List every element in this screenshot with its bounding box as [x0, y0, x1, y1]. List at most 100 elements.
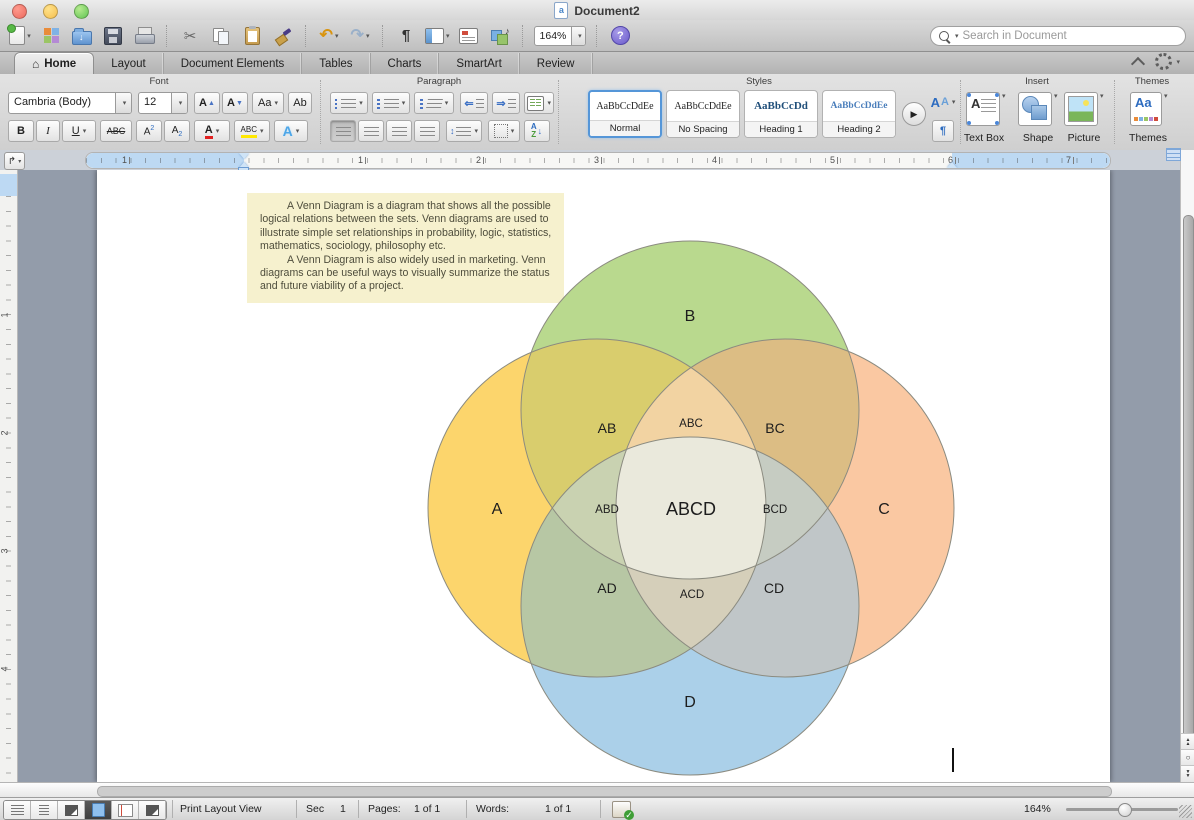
align-right-button[interactable] [386, 120, 412, 142]
text-cursor [952, 748, 954, 772]
text-effects-button[interactable]: A▾ [274, 120, 308, 142]
next-page-button[interactable]: ▼▼ [1181, 765, 1194, 782]
italic-button[interactable]: I [36, 120, 60, 142]
tab-review[interactable]: Review [520, 53, 593, 74]
search-field[interactable]: ▾ Search in Document [930, 26, 1186, 46]
toolbox-button[interactable] [457, 23, 481, 49]
spelling-status-icon[interactable] [612, 801, 631, 818]
sort-button[interactable]: AZ↓ [524, 120, 550, 142]
font-color-button[interactable]: A▾ [194, 120, 230, 142]
words-label: Words: [476, 803, 509, 815]
notebook-layout-button[interactable] [112, 801, 139, 819]
strikethrough-button[interactable]: ABC [100, 120, 132, 142]
cut-button[interactable]: ✂ [178, 23, 202, 49]
publishing-layout-button[interactable] [58, 801, 85, 819]
vertical-scrollbar[interactable]: ▲▲ ○ ▼▼ [1180, 150, 1194, 782]
shape-button[interactable]: ▾ [1018, 92, 1058, 126]
sidebar-view-button[interactable]: ▾ [425, 23, 450, 49]
show-formatting-button[interactable]: ¶ [394, 23, 418, 49]
print-button[interactable] [132, 23, 156, 49]
bullets-button[interactable]: ▾ [330, 92, 368, 114]
style-heading-1[interactable]: AaBbCcDd Heading 1 [744, 90, 818, 138]
venn-description-textbox[interactable]: A Venn Diagram is a diagram that shows a… [247, 193, 564, 303]
help-button[interactable]: ? [608, 23, 632, 49]
format-painter-icon [275, 27, 292, 44]
split-view-handle[interactable] [1166, 148, 1181, 161]
focus-view-button[interactable] [139, 801, 166, 819]
tab-charts[interactable]: Charts [371, 53, 440, 74]
redo-button[interactable]: ↷▾ [348, 23, 372, 49]
tab-smartart[interactable]: SmartArt [439, 53, 519, 74]
zoom-slider[interactable] [1066, 808, 1178, 811]
justify-button[interactable] [414, 120, 440, 142]
outline-view-button[interactable] [31, 801, 58, 819]
new-document-icon [9, 26, 25, 45]
window-resize-grip[interactable] [1179, 805, 1192, 818]
style-heading-2[interactable]: AaBbCcDdEe Heading 2 [822, 90, 896, 138]
columns-button[interactable]: ▾ [524, 92, 554, 114]
tab-document-elements[interactable]: Document Elements [164, 53, 303, 74]
open-button[interactable]: ↓ [70, 23, 94, 49]
select-browse-object-button[interactable]: ○ [1181, 749, 1194, 766]
shrink-font-button[interactable]: A▼ [222, 92, 248, 114]
tab-layout[interactable]: Layout [94, 53, 164, 74]
ribbon-settings-button[interactable]: ▾ [1155, 53, 1180, 70]
line-spacing-button[interactable]: ↕▾ [446, 120, 482, 142]
align-center-button[interactable] [358, 120, 384, 142]
subscript-button[interactable]: A2 [164, 120, 190, 142]
font-size-combo[interactable]: 12 ▾ [138, 92, 188, 114]
save-button[interactable] [101, 23, 125, 49]
copy-button[interactable] [209, 23, 233, 49]
increase-indent-button[interactable]: ⇒ [492, 92, 520, 114]
right-indent-marker[interactable] [947, 162, 957, 168]
gallery-button[interactable] [39, 23, 63, 49]
bold-button[interactable]: B [8, 120, 34, 142]
tab-tables[interactable]: Tables [302, 53, 370, 74]
text-styles-button[interactable]: AA▾ [930, 90, 956, 114]
manage-styles-button[interactable]: ¶ [932, 120, 954, 142]
print-layout-button[interactable] [85, 801, 112, 819]
previous-page-button[interactable]: ▲▲ [1181, 733, 1194, 750]
format-painter-button[interactable] [271, 23, 295, 49]
draft-view-button[interactable] [4, 801, 31, 819]
paragraph-group: Paragraph ▾ ▾ ▾ ⇐ ⇒ ▾ ↕▾ ▾ AZ↓ [322, 74, 556, 150]
underline-button[interactable]: U▾ [62, 120, 96, 142]
grow-font-button[interactable]: A▲ [194, 92, 220, 114]
search-scope-dropdown[interactable]: ▾ [955, 32, 959, 40]
style-no-spacing[interactable]: AaBbCcDdEe No Spacing [666, 90, 740, 138]
undo-button[interactable]: ↶▾ [317, 23, 341, 49]
text-box-button[interactable]: A ▾ [966, 92, 1006, 126]
numbering-button[interactable]: ▾ [372, 92, 410, 114]
borders-button[interactable]: ▾ [488, 120, 520, 142]
horizontal-scrollbar[interactable] [0, 782, 1194, 797]
first-line-indent-marker[interactable] [239, 153, 249, 159]
font-family-combo[interactable]: Cambria (Body) ▾ [8, 92, 132, 114]
highlight-button[interactable]: ABC▾ [234, 120, 270, 142]
themes-button[interactable]: Aa ▾ [1130, 92, 1168, 126]
picture-button[interactable]: ▾ [1064, 92, 1104, 126]
view-mode-label[interactable]: Print Layout View [180, 803, 262, 815]
clear-formatting-button[interactable]: Ab [288, 92, 312, 114]
section-value[interactable]: 1 [340, 803, 346, 815]
paste-button[interactable] [240, 23, 264, 49]
media-browser-button[interactable]: ♪ [488, 23, 512, 49]
zoom-combo[interactable]: 164% ▾ [534, 26, 587, 46]
superscript-button[interactable]: A2 [136, 120, 162, 142]
horizontal-scrollbar-thumb[interactable] [97, 786, 1112, 797]
collapse-ribbon-button[interactable] [1131, 56, 1145, 70]
pages-value[interactable]: 1 of 1 [414, 803, 440, 815]
multilevel-list-button[interactable]: ▾ [414, 92, 454, 114]
new-document-button[interactable]: ▾ [8, 23, 32, 49]
style-normal[interactable]: AaBbCcDdEe Normal [588, 90, 662, 138]
tab-stop-selector[interactable]: ↱▾ [4, 152, 25, 170]
align-left-button[interactable] [330, 120, 356, 142]
insert-group: Insert A ▾ Text Box ▾ Shape ▾ Picture [960, 74, 1114, 150]
tab-home[interactable]: ⌂Home [14, 52, 94, 74]
decrease-indent-button[interactable]: ⇐ [460, 92, 488, 114]
change-case-button[interactable]: Aa▾ [252, 92, 284, 114]
zoom-dropdown[interactable]: ▾ [571, 27, 585, 45]
words-value[interactable]: 1 of 1 [545, 803, 571, 815]
more-styles-button[interactable]: ▶ [902, 102, 926, 126]
zoom-slider-thumb[interactable] [1118, 803, 1132, 817]
vertical-scrollbar-thumb[interactable] [1183, 215, 1194, 745]
